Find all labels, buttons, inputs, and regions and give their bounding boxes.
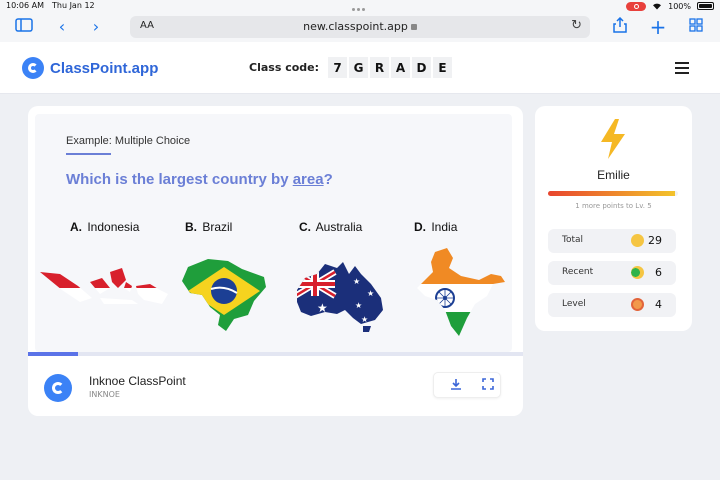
presenter-avatar bbox=[44, 374, 72, 402]
download-icon[interactable] bbox=[450, 378, 462, 393]
user-name: Emilie bbox=[597, 168, 630, 182]
level-hint: 1 more points to Lv. 5 bbox=[575, 202, 652, 210]
australia-map-image: ★ ★ ★ ★ ★ bbox=[297, 262, 383, 332]
stat-label: Level bbox=[562, 299, 586, 309]
stat-value: 6 bbox=[655, 266, 662, 279]
stat-recent: Recent 6 bbox=[548, 261, 676, 285]
svg-text:★: ★ bbox=[317, 301, 328, 315]
plus-star-icon bbox=[631, 266, 644, 279]
stat-label: Recent bbox=[562, 267, 594, 277]
slide-card: Example: Multiple Choice Which is the la… bbox=[28, 106, 523, 416]
brazil-map-image bbox=[182, 259, 266, 331]
app-header: ClassPoint.app Class code: 7 G R A D E bbox=[0, 42, 720, 94]
slide-actions bbox=[433, 372, 501, 398]
option-c: C. Australia bbox=[299, 220, 363, 234]
class-code-char: 7 bbox=[328, 57, 347, 78]
class-code-label: Class code: bbox=[249, 61, 320, 74]
svg-text:★: ★ bbox=[361, 315, 368, 324]
url-text: new.classpoint.app bbox=[303, 20, 408, 33]
slide-question: Which is the largest country by area? bbox=[66, 171, 333, 188]
stat-value: 29 bbox=[648, 234, 662, 247]
status-date: Thu Jan 12 bbox=[52, 1, 95, 10]
share-icon[interactable] bbox=[610, 16, 630, 37]
lock-icon bbox=[410, 24, 417, 30]
battery-percent: 100% bbox=[668, 1, 691, 11]
indonesia-map-image bbox=[40, 268, 168, 304]
option-b: B. Brazil bbox=[185, 220, 233, 234]
class-code-char: A bbox=[391, 57, 410, 78]
option-a: A. Indonesia bbox=[70, 220, 140, 234]
app-logo[interactable]: ClassPoint.app bbox=[22, 57, 158, 79]
fullscreen-icon[interactable] bbox=[482, 378, 494, 393]
svg-text:★: ★ bbox=[367, 289, 374, 298]
status-time: 10:06 AM bbox=[6, 1, 44, 10]
india-map-image bbox=[417, 248, 505, 336]
address-bar[interactable]: AA new.classpoint.app ↻ bbox=[130, 16, 590, 38]
class-code-char: G bbox=[349, 57, 368, 78]
question-area-link: area bbox=[292, 171, 324, 188]
back-chevron-icon[interactable]: ‹ bbox=[52, 17, 72, 37]
tab-overview-icon[interactable] bbox=[686, 17, 706, 37]
multitask-dots-icon[interactable] bbox=[352, 4, 368, 11]
new-tab-icon[interactable]: + bbox=[648, 17, 668, 37]
hamburger-menu-icon[interactable] bbox=[675, 62, 689, 74]
stat-level: Level 4 bbox=[548, 293, 676, 317]
browser-toolbar: ‹ › AA new.classpoint.app ↻ + bbox=[0, 12, 720, 42]
presenter-name: Inknoe ClassPoint bbox=[89, 374, 186, 388]
slide-progress-bar bbox=[28, 352, 523, 356]
class-code: 7 G R A D E bbox=[328, 57, 452, 78]
star-icon bbox=[631, 234, 644, 247]
class-code-char: E bbox=[433, 57, 452, 78]
profile-card: Emilie 1 more points to Lv. 5 Total 29 R… bbox=[535, 106, 692, 331]
level-badge-icon bbox=[631, 298, 644, 311]
classpoint-logo-icon bbox=[22, 57, 44, 79]
reload-icon[interactable]: ↻ bbox=[571, 18, 582, 33]
lightning-icon bbox=[601, 119, 625, 159]
class-code-char: D bbox=[412, 57, 431, 78]
slide-example-label: Example: Multiple Choice bbox=[66, 135, 191, 147]
class-code-char: R bbox=[370, 57, 389, 78]
stat-value: 4 bbox=[655, 298, 662, 311]
presenter-org: INKNOE bbox=[89, 390, 120, 399]
slide-view: Example: Multiple Choice Which is the la… bbox=[35, 114, 512, 352]
stat-total: Total 29 bbox=[548, 229, 676, 253]
svg-text:★: ★ bbox=[353, 277, 360, 286]
level-progress-bar bbox=[548, 191, 678, 196]
stat-label: Total bbox=[562, 235, 584, 245]
wifi-icon bbox=[653, 3, 662, 10]
forward-chevron-icon[interactable]: › bbox=[86, 17, 106, 37]
svg-text:★: ★ bbox=[355, 301, 362, 310]
logo-text: ClassPoint.app bbox=[50, 59, 159, 77]
status-bar: 10:06 AM Thu Jan 12 100% bbox=[0, 0, 720, 12]
sidebar-toggle-icon[interactable] bbox=[14, 17, 34, 37]
example-underline bbox=[66, 153, 111, 155]
screen-record-icon bbox=[626, 1, 647, 11]
battery-icon bbox=[697, 2, 714, 10]
option-d: D. India bbox=[414, 220, 458, 234]
